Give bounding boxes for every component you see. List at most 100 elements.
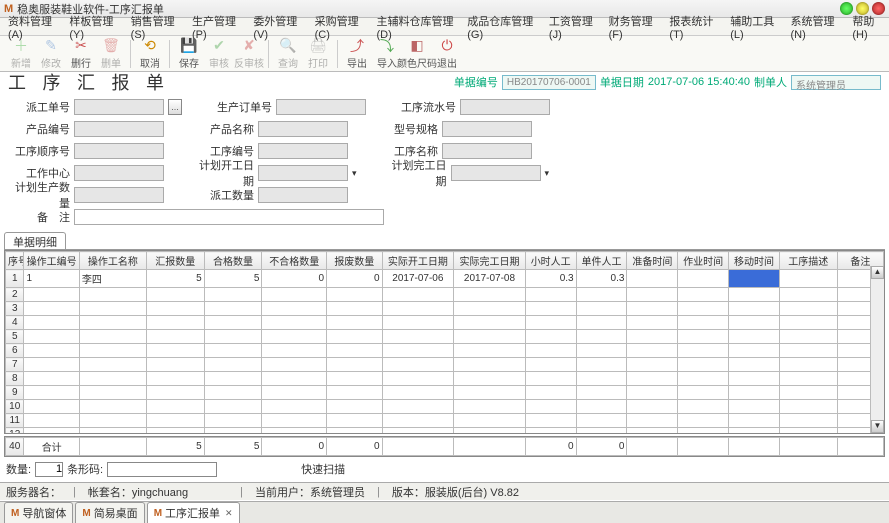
totals-row: 40合计550000 [4, 436, 885, 457]
table-row[interactable]: 10 [6, 400, 884, 414]
col-header[interactable]: 操作工编号 [24, 252, 79, 270]
window-tab[interactable]: M工序汇报单✕ [147, 502, 240, 523]
table-row[interactable]: 2 [6, 288, 884, 302]
反审核-icon: ✘ [240, 38, 258, 54]
table-row[interactable]: 3 [6, 302, 884, 316]
field-input[interactable] [74, 187, 164, 203]
field-label: 产品编号 [8, 121, 70, 137]
col-header[interactable]: 操作工名称 [79, 252, 146, 270]
field-input[interactable] [460, 99, 550, 115]
col-header[interactable]: 序号 [6, 252, 24, 270]
barcode-input[interactable] [107, 462, 217, 477]
field-input[interactable] [442, 121, 532, 137]
删行-icon: ✂ [72, 38, 90, 54]
field-label: 计划完工日期 [385, 157, 447, 189]
doc-date-value: 2017-07-06 15:40:40 [648, 76, 750, 88]
颜色尺码-icon: ◧ [408, 38, 426, 54]
scroll-up-icon[interactable]: ▲ [871, 266, 884, 279]
field-input[interactable] [74, 143, 164, 159]
审核-icon: ✔ [210, 38, 228, 54]
col-header[interactable]: 汇报数量 [146, 252, 204, 270]
status-user-label: 当前用户： [255, 487, 310, 499]
menu-item[interactable]: 成品仓库管理(G) [463, 12, 543, 42]
toolbar-退出[interactable]: ⏻退出 [432, 37, 462, 71]
field-input[interactable] [258, 165, 348, 181]
menu-item[interactable]: 财务管理(F) [605, 12, 664, 42]
取消-icon: ⟲ [141, 38, 159, 54]
doc-no-label: 单据编号 [454, 74, 498, 90]
table-row[interactable]: 5 [6, 330, 884, 344]
field-input[interactable] [258, 143, 348, 159]
menu-item[interactable]: 系统管理(N) [786, 12, 846, 42]
toolbar-反审核: ✘反审核 [234, 37, 264, 71]
detail-grid[interactable]: 序号操作工编号操作工名称汇报数量合格数量不合格数量报废数量实际开工日期实际完工日… [4, 250, 885, 434]
maker-value: 系统管理员 [791, 75, 881, 90]
tab-close-icon[interactable]: ✕ [225, 508, 233, 519]
table-row[interactable]: 4 [6, 316, 884, 330]
tab-detail[interactable]: 单据明细 [4, 232, 66, 249]
新增-icon: ＋ [12, 38, 30, 54]
col-header[interactable]: 实际开工日期 [382, 252, 454, 270]
toolbar-导出[interactable]: ⤴导出 [342, 37, 372, 71]
quantity-bar: 数量: 条形码: 快速扫描 [6, 461, 883, 477]
menu-item[interactable]: 帮助(H) [848, 12, 889, 42]
status-bar: 服务器名： | 帐套名：yingchuang | 当前用户：系统管理员 | 版本… [0, 482, 889, 500]
field-input[interactable] [258, 121, 348, 137]
table-row[interactable]: 9 [6, 386, 884, 400]
col-header[interactable]: 实际完工日期 [454, 252, 526, 270]
col-header[interactable]: 移动时间 [729, 252, 780, 270]
col-header[interactable]: 作业时间 [678, 252, 729, 270]
form-header: 工 序 汇 报 单 单据编号 HB20170706-0001 单据日期 2017… [0, 72, 889, 92]
col-header[interactable]: 准备时间 [627, 252, 678, 270]
form-title: 工 序 汇 报 单 [8, 69, 170, 95]
col-header[interactable]: 小时人工 [525, 252, 576, 270]
table-row[interactable]: 11 [6, 414, 884, 428]
field-input[interactable] [74, 99, 164, 115]
toolbar-删行[interactable]: ✂删行 [66, 37, 96, 71]
scroll-down-icon[interactable]: ▼ [871, 420, 884, 433]
field-input[interactable] [276, 99, 366, 115]
field-input[interactable] [442, 143, 532, 159]
table-row[interactable]: 11李四55002017-07-062017-07-080.30.3 [6, 270, 884, 288]
toolbar-取消[interactable]: ⟲取消 [135, 37, 165, 71]
field-input[interactable] [74, 165, 164, 181]
保存-icon: 💾 [180, 38, 198, 54]
col-header[interactable]: 合格数量 [204, 252, 262, 270]
date-dropdown-icon[interactable]: ▾ [352, 168, 357, 179]
menu-item[interactable]: 工资管理(J) [545, 12, 603, 42]
col-header[interactable]: 单件人工 [576, 252, 627, 270]
status-ver-label: 版本： [392, 487, 425, 499]
field-label: 产品名称 [192, 121, 254, 137]
table-row[interactable]: 12 [6, 428, 884, 435]
menu-item[interactable]: 辅助工具(L) [726, 12, 784, 42]
table-row[interactable]: 6 [6, 344, 884, 358]
field-input[interactable] [258, 187, 348, 203]
toolbar-删单: 🗑删单 [96, 37, 126, 71]
toolbar-新增: ＋新增 [6, 37, 36, 71]
window-tabs: M导航窗体M简易桌面M工序汇报单✕ [0, 501, 889, 523]
field-label: 派工数量 [192, 187, 254, 203]
grid-scrollbar[interactable]: ▲ ▼ [870, 266, 884, 433]
lookup-button[interactable]: … [168, 99, 182, 115]
field-input[interactable] [451, 165, 541, 181]
window-tab[interactable]: M导航窗体 [4, 502, 73, 523]
field-label: 生产订单号 [210, 99, 272, 115]
status-acct-label: 帐套名： [88, 487, 132, 499]
date-dropdown-icon[interactable]: ▾ [545, 168, 550, 179]
remark-input[interactable] [74, 209, 384, 225]
field-label: 派工单号 [8, 99, 70, 115]
field-input[interactable] [74, 121, 164, 137]
menu-item[interactable]: 报表统计(T) [665, 12, 724, 42]
col-header[interactable]: 不合格数量 [262, 252, 327, 270]
toolbar-保存[interactable]: 💾保存 [174, 37, 204, 71]
table-row[interactable]: 7 [6, 358, 884, 372]
menu-bar: 资料管理(A)样板管理(Y)销售管理(S)生产管理(P)委外管理(V)采购管理(… [0, 18, 889, 36]
tab-logo-icon: M [154, 508, 162, 519]
col-header[interactable]: 工序描述 [779, 252, 837, 270]
qty-input[interactable] [35, 462, 63, 477]
doc-date-label: 单据日期 [600, 74, 644, 90]
table-row[interactable]: 8 [6, 372, 884, 386]
col-header[interactable]: 报废数量 [327, 252, 382, 270]
toolbar-颜色尺码[interactable]: ◧颜色尺码 [402, 37, 432, 71]
window-tab[interactable]: M简易桌面 [75, 502, 144, 523]
